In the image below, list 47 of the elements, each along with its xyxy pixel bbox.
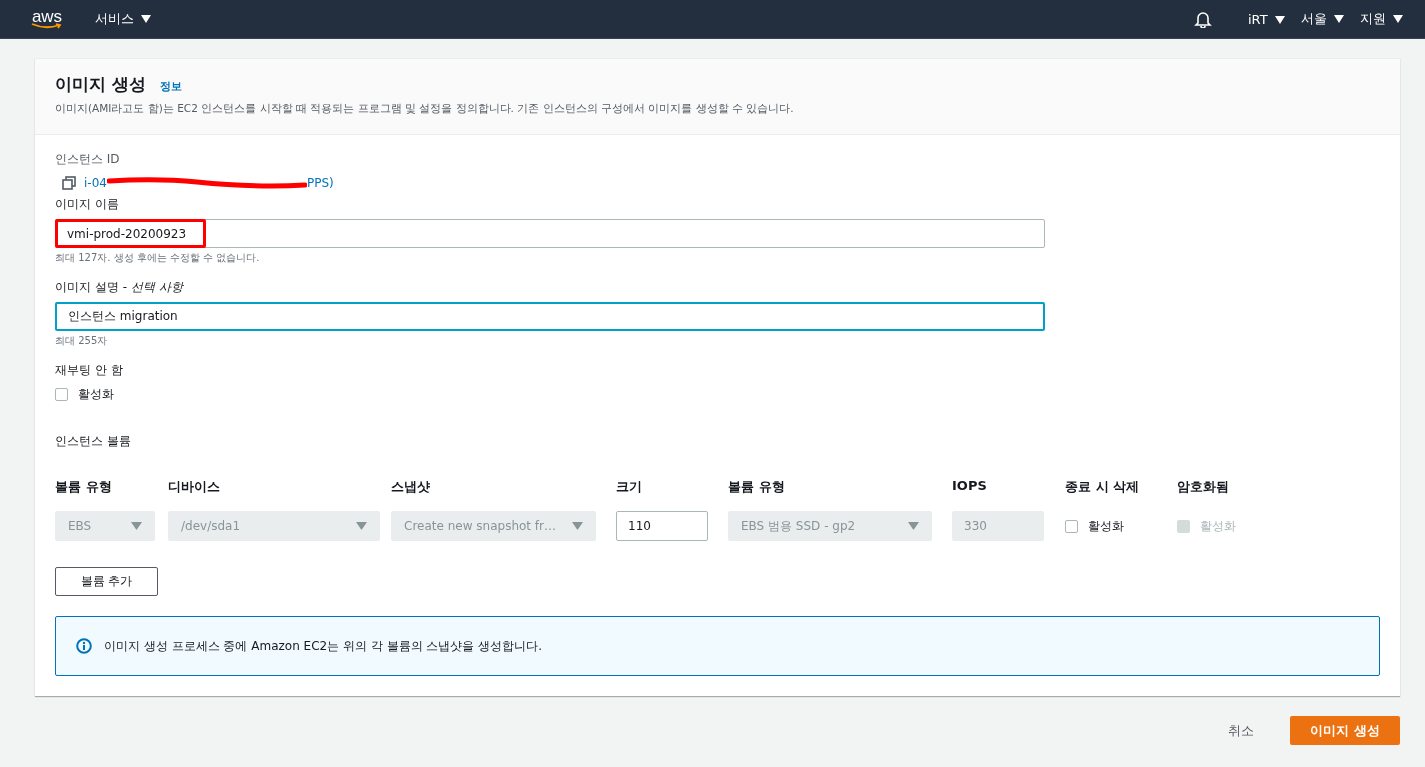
- column-header: 크기: [616, 478, 643, 496]
- image-name-field[interactable]: vmi-prod-20200923: [55, 219, 1045, 248]
- volume-input[interactable]: 110: [616, 511, 708, 541]
- caret-icon: [1393, 15, 1403, 23]
- caret-icon: [572, 522, 583, 530]
- caret-icon: [1333, 15, 1344, 23]
- field-label: 이미지 이름: [55, 196, 120, 213]
- section-label: 인스턴스 볼륨: [55, 433, 132, 450]
- services-menu[interactable]: 서비스: [95, 10, 152, 28]
- checkbox[interactable]: [1065, 519, 1078, 533]
- column-header: 암호화됨: [1177, 478, 1230, 496]
- checkbox-label: 활성화: [1088, 517, 1124, 535]
- info-link[interactable]: 정보: [159, 79, 182, 94]
- aws-logo[interactable]: aws: [31, 8, 63, 30]
- column-header: 스냅샷: [391, 478, 431, 496]
- checkbox-label: 활성화: [1200, 517, 1236, 535]
- page-description: 이미지(AMI라고도 함)는 EC2 인스턴스를 시작할 때 적용되는 프로그램 및 설정을 정의합니다. 기존 인스턴스의 구성에서 이미지를 생성할 수 있습니다.: [55, 102, 795, 116]
- caret-icon: [908, 522, 919, 530]
- info-icon: [76, 638, 92, 654]
- field-hint: 최대 255자: [55, 334, 109, 348]
- caret-icon: [131, 522, 142, 530]
- field-label: 이미지 설명 - 선택 사항: [55, 279, 185, 296]
- bell-icon[interactable]: [1193, 10, 1212, 28]
- alert-text: 이미지 생성 프로세스 중에 Amazon EC2는 위의 각 볼륨의 스냅샷을 생성합니다.: [104, 637, 543, 655]
- field-label: 재부팅 안 함: [55, 362, 124, 379]
- support-menu[interactable]: 지원: [1351, 10, 1411, 28]
- image-description-field[interactable]: 인스턴스 migration: [55, 302, 1045, 331]
- column-header: 볼륨 유형: [55, 478, 113, 496]
- caret-icon: [356, 522, 367, 530]
- region-menu[interactable]: 서울: [1292, 10, 1352, 28]
- column-header: 디바이스: [168, 478, 221, 496]
- column-header: IOPS: [952, 478, 988, 495]
- account-menu[interactable]: iRT: [1239, 11, 1293, 27]
- checkbox-label: 활성화: [78, 386, 114, 403]
- instance-id-link[interactable]: PPS): [306, 176, 334, 190]
- add-volume-button[interactable]: 볼륨 추가: [55, 567, 158, 596]
- column-header: 볼륨 유형: [728, 478, 786, 496]
- field-hint: 최대 127자. 생성 후에는 수정할 수 없습니다.: [55, 251, 261, 265]
- caret-icon: [1274, 15, 1285, 24]
- checkbox[interactable]: [55, 388, 68, 401]
- field-label: 인스턴스 ID: [55, 151, 121, 168]
- page-title: 이미지 생성: [55, 73, 146, 96]
- instance-id-link[interactable]: i-04: [84, 176, 107, 190]
- column-header: 종료 시 삭제: [1065, 478, 1141, 496]
- caret-icon: [141, 15, 152, 23]
- copy-icon[interactable]: [62, 176, 76, 190]
- cancel-button[interactable]: 취소: [1222, 720, 1261, 741]
